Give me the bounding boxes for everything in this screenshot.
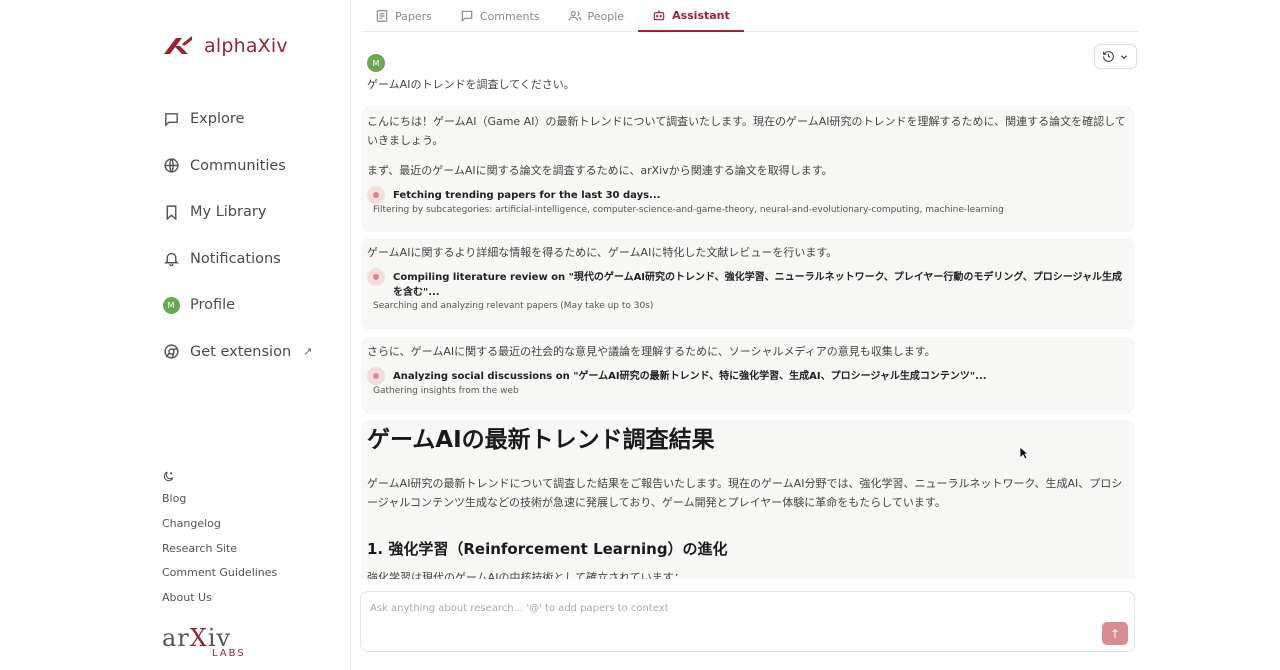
message-text: こんにちは！ゲームAI（Game AI）の最新トレンドについて調査いたします。現… — [367, 115, 1126, 147]
report-message: ゲームAIの最新トレンド調査結果 ゲームAI研究の最新トレンドについて調査した結… — [361, 420, 1135, 579]
avatar-letter: M — [162, 296, 180, 314]
globe-icon — [162, 157, 180, 175]
sidebar-item-get-extension[interactable]: Get extension ↗ — [162, 329, 312, 376]
arrow-up-icon: ↑ — [1109, 626, 1121, 641]
chat-input[interactable]: Ask anything about research... '@' to ad… — [360, 591, 1135, 652]
footer-links: Blog Changelog Research Site Comment Gui… — [162, 489, 277, 613]
step-subtitle: Filtering by subcategories: artificial-i… — [373, 205, 1004, 215]
status-dot-icon — [367, 268, 385, 286]
sidebar-nav: Explore Communities My Library Notificat… — [162, 96, 312, 375]
report-intro: ゲームAI研究の最新トレンドについて調査した結果をご報告いたします。現在のゲーム… — [367, 477, 1123, 509]
alphaxiv-logo-icon — [164, 36, 192, 54]
message-text: ゲームAIに関するより詳細な情報を得るために、ゲームAIに特化した文献レビューを… — [367, 246, 838, 259]
step-title: Compiling literature review on "現代のゲームAI… — [393, 272, 1123, 298]
theme-toggle-icon[interactable] — [162, 468, 176, 482]
footer-link-blog[interactable]: Blog — [162, 489, 277, 514]
footer-link-research-site[interactable]: Research Site — [162, 539, 277, 564]
tab-label: Assistant — [672, 8, 730, 22]
sidebar-item-label: Get extension — [190, 343, 292, 360]
chat-thread[interactable]: M ゲームAIのトレンドを調査してください。 こんにちは！ゲームAI（Game … — [361, 52, 1135, 579]
tab-comments[interactable]: Comments — [446, 0, 554, 32]
footer-link-comment-guidelines[interactable]: Comment Guidelines — [162, 563, 277, 588]
step-title: Analyzing social discussions on "ゲームAI研究… — [393, 371, 987, 382]
step-subtitle: Gathering insights from the web — [373, 386, 519, 396]
arxiv-ar: ar — [162, 624, 190, 652]
tab-label: Papers — [395, 9, 432, 23]
status-dot-icon — [367, 367, 385, 385]
tab-people[interactable]: People — [554, 0, 639, 32]
app-logo[interactable]: alphaXiv — [162, 34, 288, 58]
sidebar-item-label: Explore — [190, 111, 245, 128]
report-section-text: 強化学習は現代のゲームAIの中核技術として確立されています： — [367, 571, 685, 579]
assistant-message: ゲームAIに関するより詳細な情報を得るために、ゲームAIに特化した文献レビューを… — [361, 238, 1135, 330]
sidebar-item-label: Profile — [190, 297, 236, 314]
tab-label: People — [587, 9, 625, 23]
sidebar-item-notifications[interactable]: Notifications — [162, 236, 312, 283]
assistant-message: こんにちは！ゲームAI（Game AI）の最新トレンドについて調査いたします。現… — [361, 106, 1135, 232]
papers-icon — [376, 10, 388, 22]
step-title: Fetching trending papers for the last 30… — [393, 190, 661, 201]
user-avatar: M — [367, 54, 385, 72]
sidebar-item-explore[interactable]: Explore — [162, 96, 312, 143]
send-button[interactable]: ↑ — [1102, 622, 1128, 645]
comment-icon — [461, 10, 473, 23]
chat-bubble-icon — [162, 110, 180, 128]
sidebar-item-label: Notifications — [190, 250, 281, 267]
user-message: ゲームAIのトレンドを調査してください。 — [367, 78, 575, 91]
sidebar-item-label: Communities — [190, 157, 286, 174]
mouse-cursor-icon — [1019, 446, 1029, 460]
message-text: まず、最近のゲームAIに関する論文を調査するために、arXivから関連する論文を… — [367, 164, 833, 177]
bookmark-icon — [162, 203, 180, 221]
sidebar-item-label: My Library — [190, 204, 267, 221]
chrome-icon — [162, 343, 180, 361]
labs-text: LABS — [212, 648, 246, 659]
people-icon — [568, 11, 581, 21]
tab-assistant[interactable]: Assistant — [638, 0, 744, 32]
external-link-icon: ↗ — [303, 345, 313, 359]
step-subtitle: Searching and analyzing relevant papers … — [373, 301, 654, 311]
sidebar: alphaXiv Explore Communities My Library … — [0, 0, 351, 670]
tool-step: Compiling literature review on "現代のゲームAI… — [367, 268, 1129, 300]
tab-bar: Papers Comments People Assistant — [361, 0, 1138, 32]
arxiv-x: X — [189, 624, 208, 652]
footer-link-changelog[interactable]: Changelog — [162, 514, 277, 539]
report-section-heading: 1. 強化学習（Reinforcement Learning）の進化 — [367, 540, 728, 558]
tool-step: Fetching trending papers for the last 30… — [367, 186, 1129, 204]
avatar: M — [162, 296, 180, 314]
tab-papers[interactable]: Papers — [361, 0, 446, 32]
footer-link-about-us[interactable]: About Us — [162, 588, 277, 613]
arxiv-labs-logo[interactable]: arXiv LABS — [162, 624, 244, 659]
app-name: alphaXiv — [204, 35, 288, 57]
assistant-message: さらに、ゲームAIに関する最近の社会的な意見や議論を理解するために、ソーシャルメ… — [361, 337, 1135, 414]
bell-icon — [162, 250, 180, 268]
message-text: さらに、ゲームAIに関する最近の社会的な意見や議論を理解するために、ソーシャルメ… — [367, 345, 936, 358]
sidebar-item-my-library[interactable]: My Library — [162, 189, 312, 236]
robot-icon — [653, 10, 665, 21]
tool-step: Analyzing social discussions on "ゲームAI研究… — [367, 367, 1129, 385]
tab-label: Comments — [479, 9, 540, 23]
chat-input-placeholder: Ask anything about research... '@' to ad… — [370, 603, 669, 614]
sidebar-item-profile[interactable]: M Profile — [162, 282, 312, 329]
report-title: ゲームAIの最新トレンド調査結果 — [367, 427, 715, 453]
status-dot-icon — [367, 186, 385, 204]
main-panel: Papers Comments People Assistant M ゲームAI… — [351, 0, 1280, 670]
sidebar-item-communities[interactable]: Communities — [162, 143, 312, 190]
